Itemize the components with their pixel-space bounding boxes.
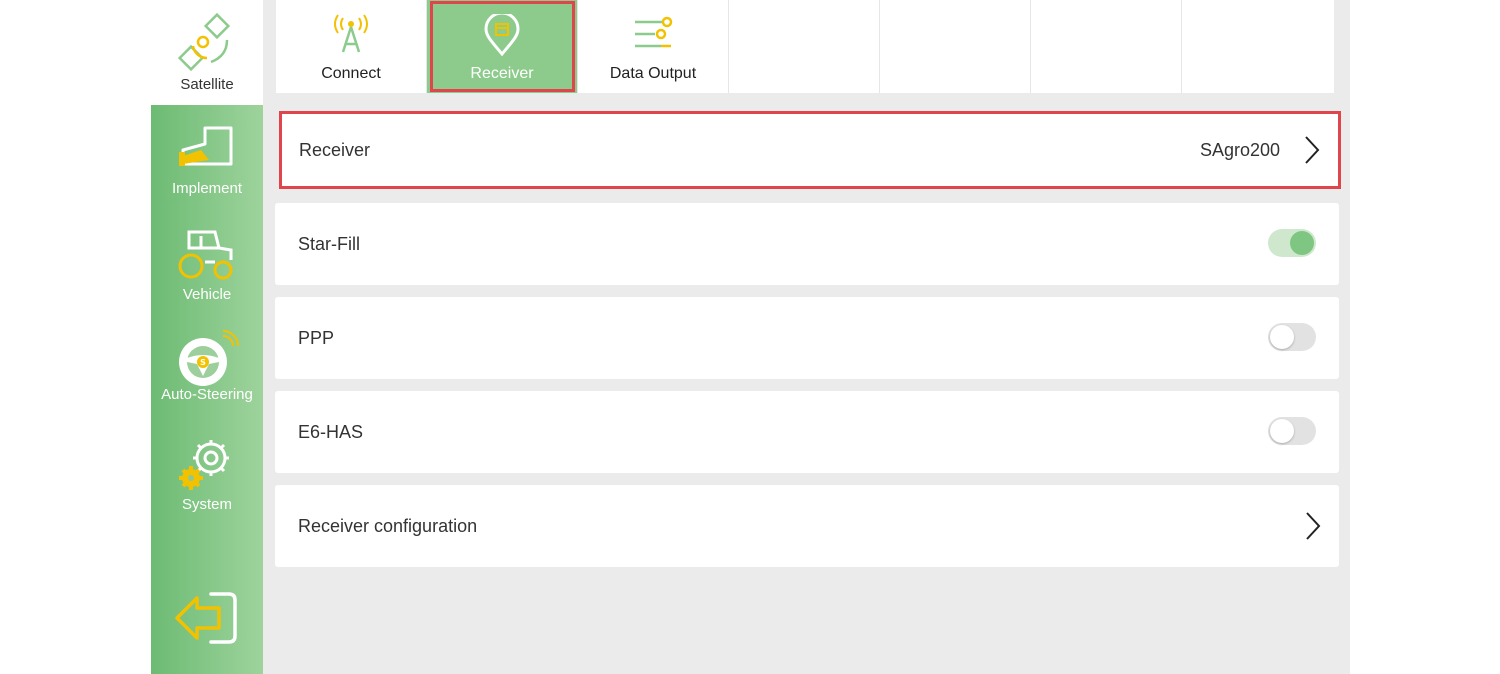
toggle-knob <box>1270 419 1294 443</box>
sidebar-item-label: Vehicle <box>182 286 232 303</box>
star-fill-label: Star-Fill <box>298 234 360 254</box>
satellite-icon <box>177 12 231 72</box>
star-fill-row: Star-Fill <box>275 203 1339 285</box>
tab-data-output[interactable]: Data Output <box>578 0 729 93</box>
tab-empty <box>1031 0 1182 93</box>
sidebar-item-implement[interactable]: Implement <box>151 120 263 210</box>
e6-has-toggle[interactable] <box>1268 417 1316 445</box>
steering-wheel-icon: S <box>179 330 239 386</box>
antenna-icon <box>334 14 368 53</box>
receiver-value: SAgro200 <box>1199 140 1280 160</box>
tab-bar: Connect Receiver Data Output <box>276 0 1334 93</box>
receiver-label: Receiver <box>299 140 371 160</box>
sidebar-item-system[interactable]: System <box>151 436 263 526</box>
tab-label: Data Output <box>609 65 697 82</box>
location-pin-icon <box>484 14 520 56</box>
ppp-row: PPP <box>275 297 1339 379</box>
receiver-configuration-row[interactable]: Receiver configuration <box>275 485 1339 567</box>
ppp-label: PPP <box>298 328 335 348</box>
gear-icon <box>179 440 229 490</box>
chevron-right-icon <box>1305 136 1320 164</box>
toggle-knob <box>1290 231 1314 255</box>
exit-icon <box>175 592 237 644</box>
tab-empty <box>729 0 880 93</box>
exit-button[interactable] <box>151 588 263 648</box>
sidebar-item-label: Satellite <box>180 76 234 93</box>
toggle-knob <box>1270 325 1294 349</box>
star-fill-toggle[interactable] <box>1268 229 1316 257</box>
data-output-icon <box>635 16 673 48</box>
tab-receiver[interactable]: Receiver <box>427 0 578 93</box>
receiver-row[interactable]: Receiver SAgro200 <box>279 111 1341 189</box>
tab-label: Connect <box>321 65 381 82</box>
sidebar-item-label: System <box>181 496 232 513</box>
sidebar-item-vehicle[interactable]: Vehicle <box>151 226 263 316</box>
receiver-configuration-label: Receiver configuration <box>298 516 478 536</box>
sidebar-item-satellite[interactable]: Satellite <box>151 0 263 105</box>
sidebar: Satellite Implement Vehicle S Auto-Steer… <box>151 0 263 674</box>
ppp-toggle[interactable] <box>1268 323 1316 351</box>
sidebar-item-auto-steering[interactable]: S Auto-Steering <box>151 330 263 420</box>
sidebar-item-label: Auto-Steering <box>161 386 253 403</box>
chevron-right-icon <box>1306 512 1321 540</box>
tractor-icon <box>178 230 233 280</box>
tab-label: Receiver <box>470 65 534 82</box>
sidebar-item-label: Implement <box>171 180 243 197</box>
implement-icon <box>179 126 233 166</box>
tab-empty <box>880 0 1031 93</box>
app-window: Satellite Implement Vehicle S Auto-Steer… <box>151 0 1350 674</box>
e6-has-label: E6-HAS <box>298 422 364 442</box>
svg-text:S: S <box>200 358 206 367</box>
tab-empty <box>1182 0 1333 93</box>
e6-has-row: E6-HAS <box>275 391 1339 473</box>
tab-connect[interactable]: Connect <box>276 0 427 93</box>
